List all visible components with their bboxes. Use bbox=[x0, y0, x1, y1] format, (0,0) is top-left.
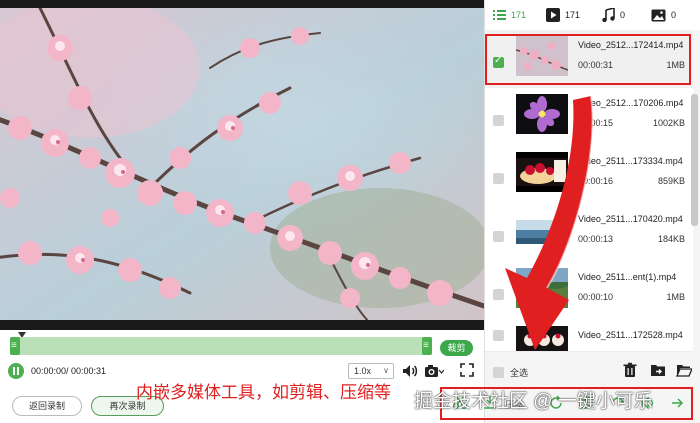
tab-image[interactable]: 0 bbox=[651, 7, 676, 23]
file-size: 1002KB bbox=[652, 118, 685, 128]
select-all-label: 全选 bbox=[510, 368, 529, 378]
pause-button[interactable] bbox=[8, 363, 24, 379]
tab-image-count: 0 bbox=[671, 10, 677, 20]
tab-video-count: 171 bbox=[565, 10, 581, 20]
tab-video[interactable]: 171 bbox=[546, 7, 580, 23]
export-folder-icon[interactable] bbox=[650, 362, 666, 378]
trim-end-handle[interactable] bbox=[422, 337, 432, 355]
tab-music[interactable]: 0 bbox=[601, 7, 625, 23]
camera-icon[interactable] bbox=[424, 363, 444, 379]
playback-time: 00:00:00/ 00:00:31 bbox=[31, 366, 107, 376]
annotation-arrow-icon bbox=[505, 95, 594, 350]
trash-icon[interactable] bbox=[622, 362, 638, 378]
video-frame-blossom bbox=[0, 8, 484, 320]
highlight-frame-file bbox=[485, 34, 691, 85]
tab-all[interactable]: 171 bbox=[493, 7, 526, 23]
trim-timeline[interactable] bbox=[10, 337, 432, 355]
trim-button[interactable]: 裁剪 bbox=[440, 340, 473, 356]
list-icon bbox=[493, 10, 506, 20]
select-all[interactable]: 全选 bbox=[493, 366, 528, 379]
speed-value: 1.0x bbox=[354, 366, 372, 376]
file-size: 1MB bbox=[666, 292, 685, 302]
video-preview[interactable] bbox=[0, 0, 484, 330]
trim-start-handle[interactable] bbox=[10, 337, 20, 355]
watermark-text: 掘金技术社区 @ 一键小可乐 bbox=[414, 391, 653, 412]
file-size: 859KB bbox=[657, 176, 685, 186]
annotation-caption: 内嵌多媒体工具，如剪辑、压缩等 bbox=[136, 383, 391, 402]
chevron-down-icon: ∨ bbox=[383, 366, 389, 375]
volume-icon[interactable] bbox=[401, 362, 419, 380]
media-tabs: 171 171 0 0 bbox=[485, 0, 700, 30]
music-icon bbox=[602, 8, 615, 22]
fullscreen-icon[interactable] bbox=[460, 363, 474, 377]
select-all-checkbox[interactable] bbox=[493, 367, 504, 378]
back-to-record-button[interactable]: 返回录制 bbox=[12, 396, 82, 416]
video-icon bbox=[546, 8, 560, 22]
speed-select[interactable]: 1.0x ∨ bbox=[348, 363, 394, 379]
open-folder-icon[interactable] bbox=[676, 362, 692, 378]
file-size: 184KB bbox=[657, 234, 685, 244]
image-icon bbox=[651, 9, 666, 21]
tab-all-count: 171 bbox=[511, 10, 527, 20]
list-scrollbar[interactable] bbox=[691, 94, 698, 226]
tab-music-count: 0 bbox=[620, 10, 626, 20]
